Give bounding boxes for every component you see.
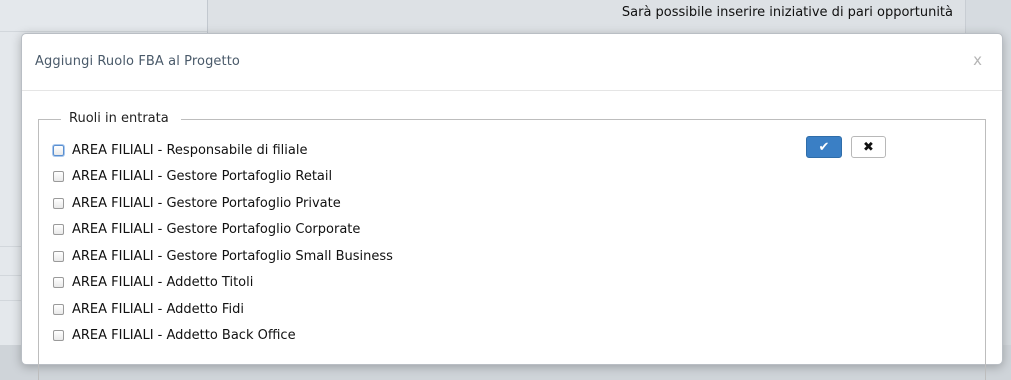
list-item[interactable]: AREA FILIALI - Responsabile di filiale [53,137,393,164]
roles-fieldset: Ruoli in entrata AREA FILIALI - Responsa… [38,111,986,380]
role-checkbox[interactable] [53,197,64,209]
role-label: AREA FILIALI - Gestore Portafoglio Priva… [72,195,341,211]
list-item[interactable]: AREA FILIALI - Addetto Titoli [53,270,393,297]
cancel-button[interactable]: ✖ [851,136,886,158]
close-icon[interactable]: x [973,51,982,69]
list-item[interactable]: AREA FILIALI - Addetto Fidi [53,296,393,323]
fieldset-legend: Ruoli in entrata [61,111,181,126]
confirm-button[interactable]: ✔ [806,136,842,158]
close-x-icon: ✖ [863,139,874,155]
role-label: AREA FILIALI - Responsabile di filiale [72,142,308,158]
list-item[interactable]: AREA FILIALI - Gestore Portafoglio Priva… [53,190,393,217]
role-checkbox[interactable] [53,330,64,342]
role-label: AREA FILIALI - Addetto Fidi [72,301,244,317]
role-label: AREA FILIALI - Addetto Back Office [72,328,296,344]
role-label: AREA FILIALI - Gestore Portafoglio Corpo… [72,222,361,238]
role-label: AREA FILIALI - Gestore Portafoglio Small… [72,248,393,264]
role-label: AREA FILIALI - Addetto Titoli [72,275,254,291]
role-checkbox[interactable] [53,250,64,262]
role-checkbox[interactable] [53,144,64,156]
add-role-modal: Aggiungi Ruolo FBA al Progetto x Ruoli i… [21,33,1003,380]
role-checkbox[interactable] [53,277,64,289]
modal-header: Aggiungi Ruolo FBA al Progetto x [22,34,1002,91]
check-icon: ✔ [818,139,830,155]
list-item[interactable]: AREA FILIALI - Addetto Back Office [53,323,393,350]
role-checkbox[interactable] [53,224,64,236]
background-row-divider [0,31,207,32]
list-item[interactable]: AREA FILIALI - Gestore Portafoglio Corpo… [53,217,393,244]
modal-title: Aggiungi Ruolo FBA al Progetto [35,54,240,69]
list-item[interactable]: AREA FILIALI - Gestore Portafoglio Small… [53,243,393,270]
role-label: AREA FILIALI - Gestore Portafoglio Retai… [72,169,333,185]
list-item[interactable]: AREA FILIALI - Gestore Portafoglio Retai… [53,164,393,191]
role-checkbox[interactable] [53,303,64,315]
role-checkbox[interactable] [53,171,64,183]
background-note-text: Sarà possibile inserire iniziative di pa… [621,5,953,20]
roles-checkbox-list: AREA FILIALI - Responsabile di filiale A… [53,137,393,349]
